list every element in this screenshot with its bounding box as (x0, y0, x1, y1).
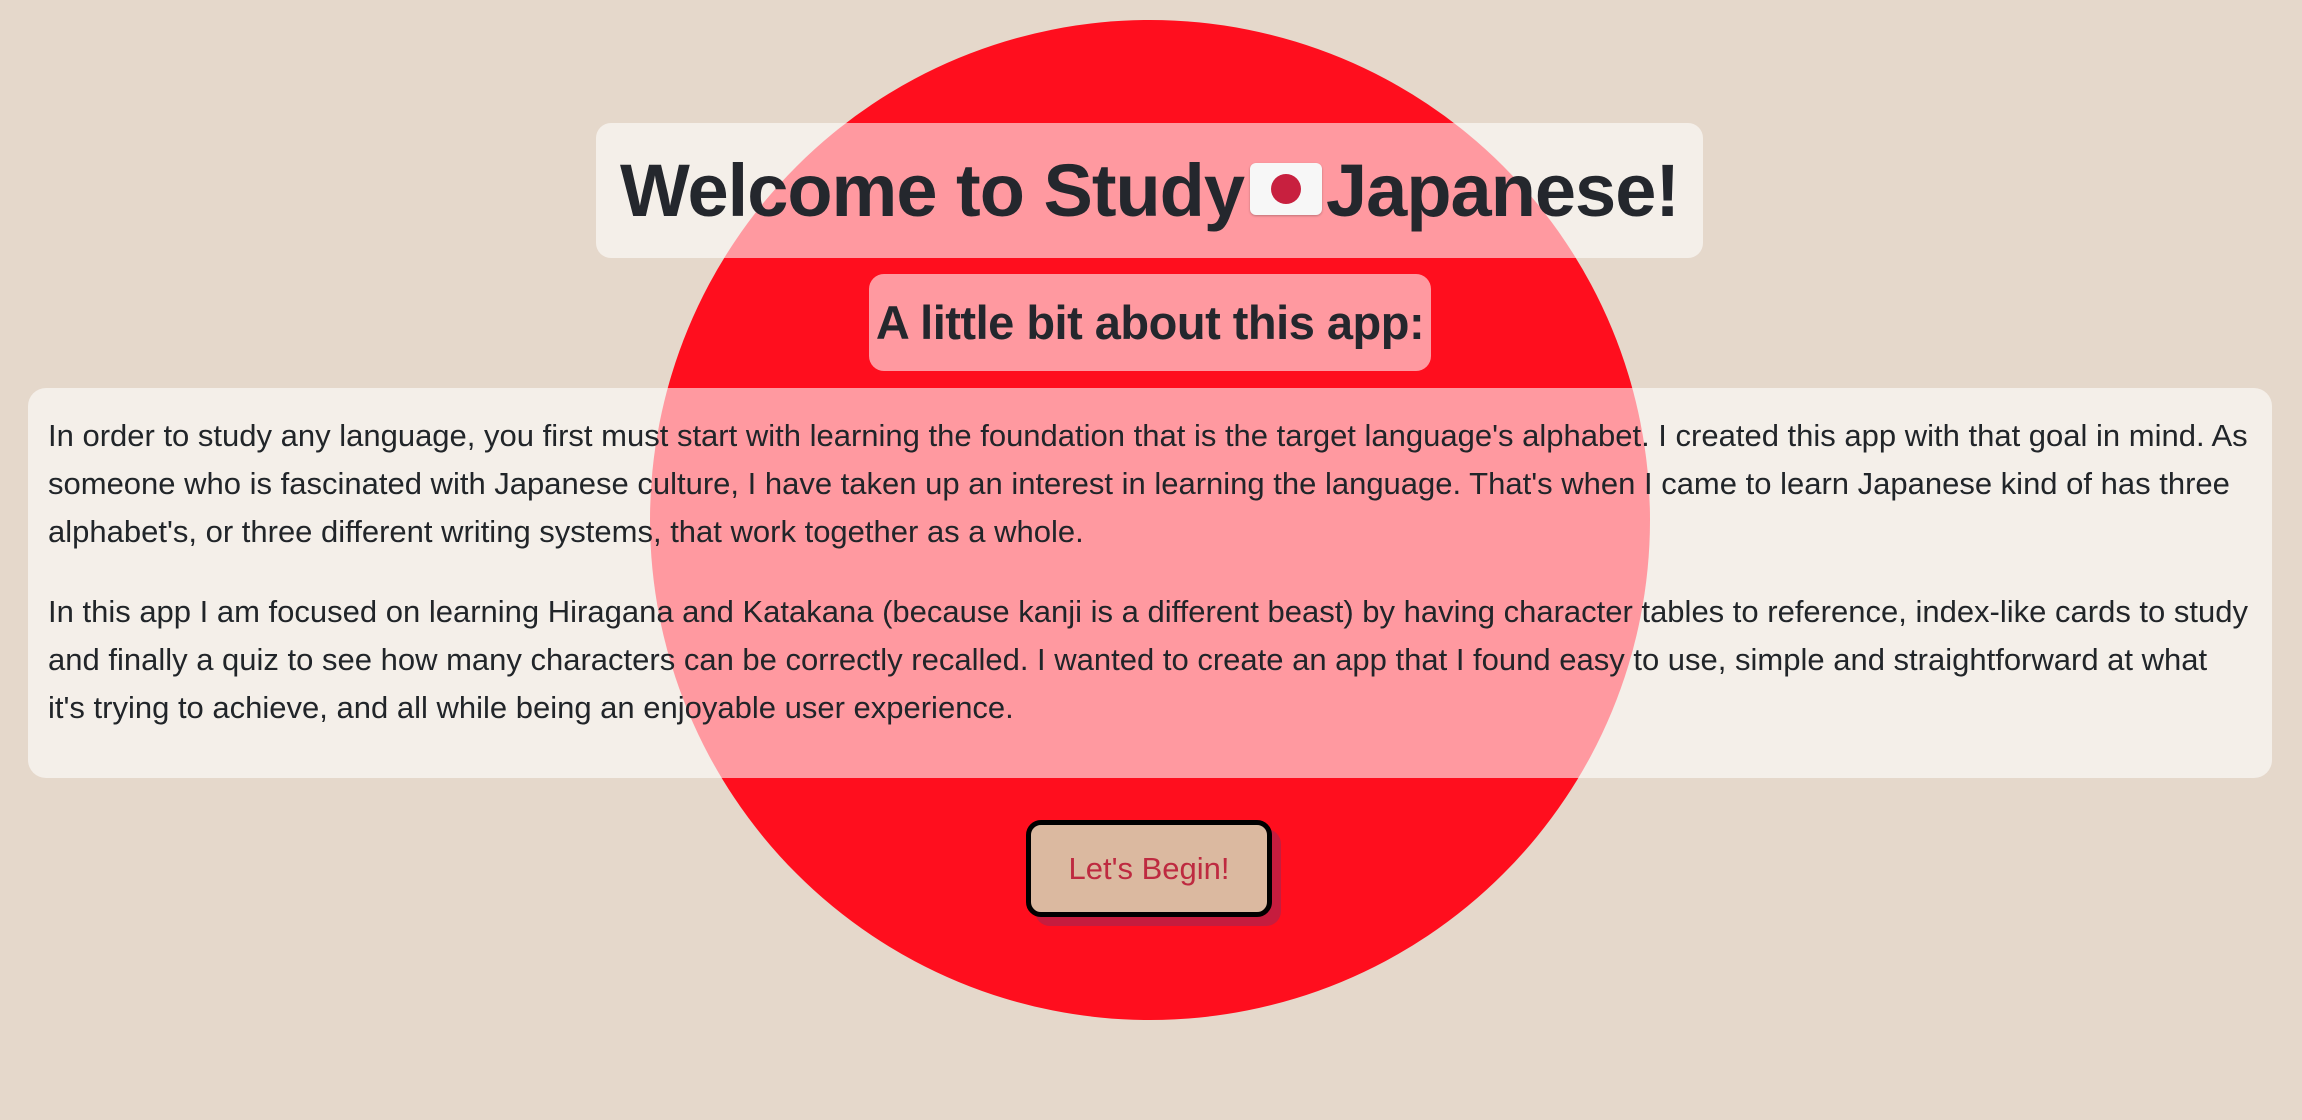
about-card: In order to study any language, you firs… (28, 388, 2272, 778)
title-card: Welcome to Study Japanese! (596, 123, 1703, 258)
about-paragraph-1: In order to study any language, you firs… (48, 418, 2248, 549)
title-text-start: Welcome to Study (619, 149, 1245, 232)
title-text-end: Japanese! (1326, 149, 1680, 232)
lets-begin-button[interactable]: Let's Begin! (1026, 820, 1272, 917)
japan-flag-icon (1250, 162, 1323, 215)
about-paragraph-2: In this app I am focused on learning Hir… (48, 594, 2248, 725)
subtitle-card: A little bit about this app: (869, 274, 1431, 371)
page-title: Welcome to Study Japanese! (619, 148, 1680, 233)
about-heading: A little bit about this app: (875, 296, 1425, 349)
